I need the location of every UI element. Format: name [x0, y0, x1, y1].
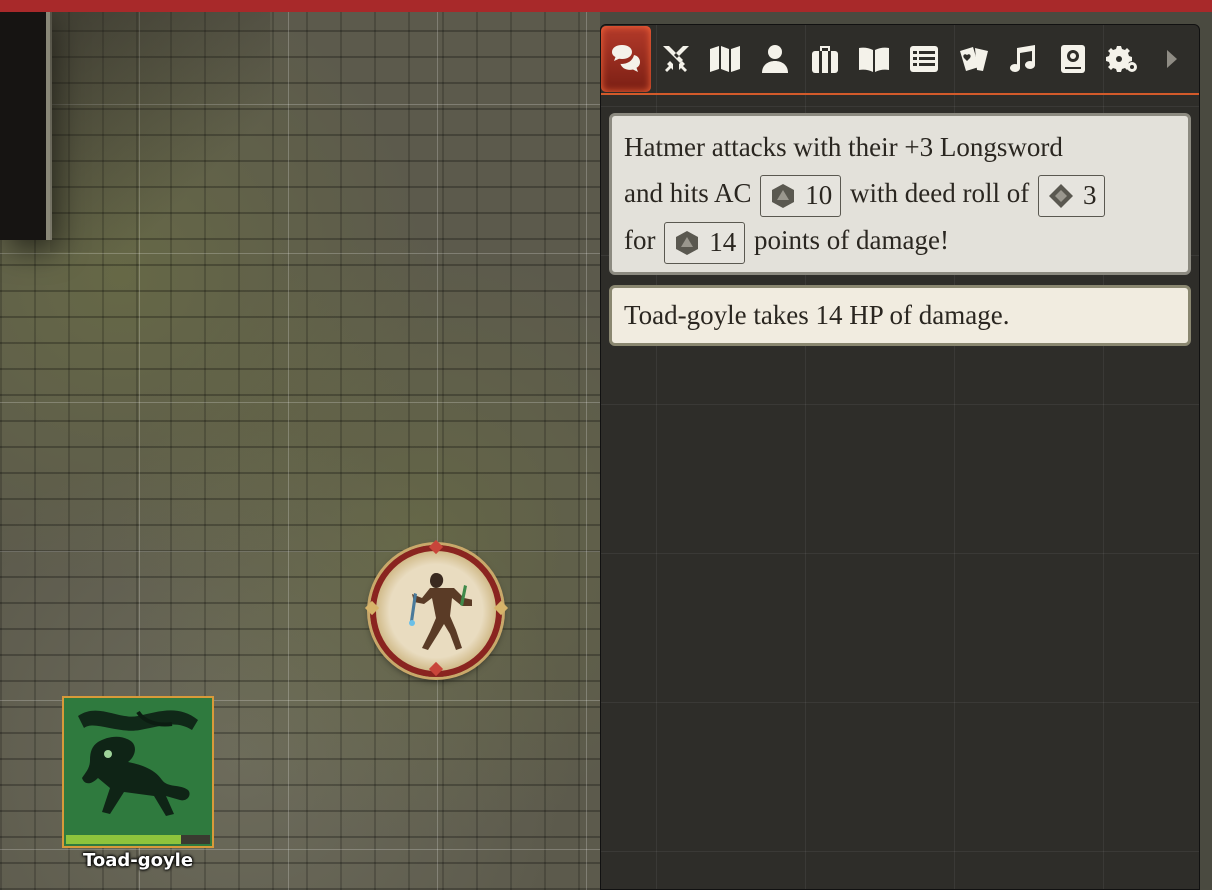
chat-message-damage: Toad-goyle takes 14 HP of damage. — [609, 284, 1191, 346]
tab-scenes[interactable] — [700, 26, 750, 92]
tab-tables[interactable] — [899, 26, 949, 92]
sidebar-collapse-toggle[interactable] — [1148, 26, 1198, 92]
user-icon — [761, 45, 788, 73]
settings-icon — [1105, 46, 1137, 72]
chat-log[interactable]: Hatmer attacks with their +3 Longsword a… — [609, 113, 1191, 346]
sidebar-tabs — [601, 25, 1199, 95]
tab-journal[interactable] — [849, 26, 899, 92]
music-icon — [1010, 45, 1036, 72]
map-canvas[interactable] — [0, 12, 600, 890]
chat-message-attack: Hatmer attacks with their +3 Longsword a… — [609, 113, 1191, 275]
token-gem-left — [364, 600, 380, 616]
token-gem-bottom — [428, 661, 444, 677]
sidebar: Hatmer attacks with their +3 Longsword a… — [600, 24, 1200, 890]
hero-figure-icon — [409, 573, 472, 650]
d20-icon — [772, 183, 795, 208]
toad-goyle-hp-bar — [66, 835, 210, 844]
wall-void — [0, 12, 46, 240]
tab-actors[interactable] — [750, 26, 800, 92]
token-gem-right — [493, 600, 509, 616]
tab-playlists[interactable] — [999, 26, 1049, 92]
toad-goyle-art-icon — [68, 702, 208, 834]
d20-icon — [676, 230, 699, 255]
compendium-icon — [1061, 45, 1086, 73]
toad-goyle-token[interactable] — [62, 696, 214, 848]
tab-cards[interactable] — [949, 26, 999, 92]
toad-goyle-hp-fill — [66, 835, 182, 844]
chat-icon — [611, 45, 640, 72]
map-icon — [710, 46, 741, 72]
attack-text-4: for — [624, 224, 656, 255]
top-bar — [0, 0, 1212, 12]
cards-icon — [959, 47, 988, 71]
book-icon — [859, 47, 890, 72]
chevron-right-icon — [1167, 50, 1178, 68]
token-gem-top — [428, 539, 444, 555]
list-icon — [909, 46, 938, 72]
attack-text-5: points of damage! — [753, 224, 949, 255]
tab-chat[interactable] — [601, 26, 651, 92]
tab-settings[interactable] — [1098, 26, 1148, 92]
crossed-swords-icon — [662, 46, 689, 72]
inline-roll-deed[interactable]: 3 — [1037, 174, 1106, 217]
tab-combat[interactable] — [651, 26, 701, 92]
hatmer-token[interactable] — [364, 539, 509, 677]
suitcase-icon — [811, 46, 838, 73]
d4-icon — [1048, 183, 1073, 208]
inline-roll-damage[interactable]: 14 — [664, 221, 746, 264]
tab-compendium[interactable] — [1048, 26, 1098, 92]
attack-text-3: with deed roll of — [850, 178, 1030, 208]
toad-goyle-nameplate: Toad-goyle — [82, 850, 194, 871]
inline-roll-ac-value: 10 — [805, 180, 833, 211]
inline-roll-damage-value: 14 — [709, 227, 737, 258]
attack-text-2: and hits AC — [624, 178, 752, 208]
wall-shadow — [50, 12, 270, 252]
inline-roll-deed-value: 3 — [1082, 180, 1097, 211]
tab-items[interactable] — [800, 26, 850, 92]
inline-roll-ac[interactable]: 10 — [760, 174, 842, 217]
attack-text-1: Hatmer attacks with their +3 Longsword — [624, 132, 1063, 162]
